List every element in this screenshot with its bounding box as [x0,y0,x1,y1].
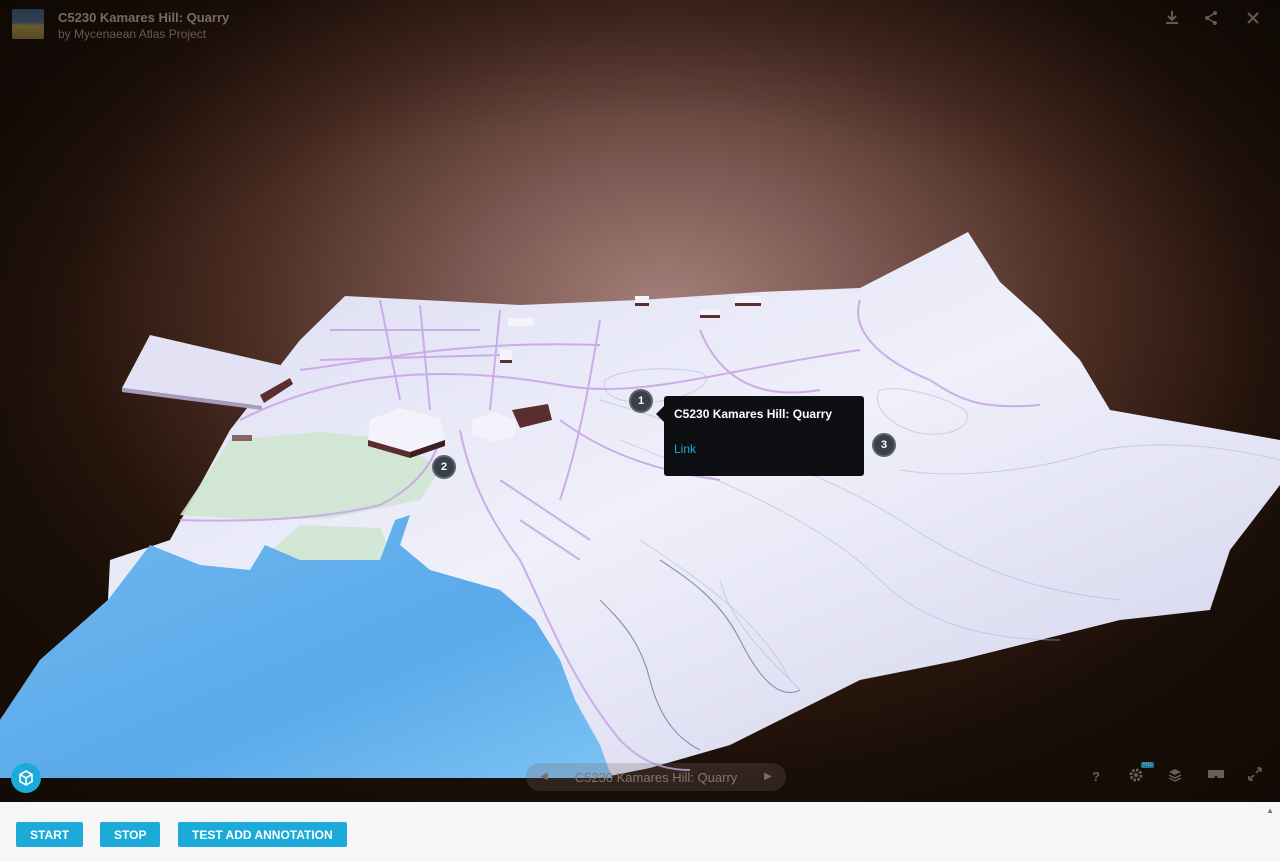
model-title[interactable]: C5230 Kamares Hill: Quarry [58,10,229,25]
download-icon[interactable] [1162,10,1182,30]
hd-badge: HD [1141,762,1154,768]
help-icon[interactable]: ? [1086,767,1106,787]
settings-icon[interactable] [1126,767,1146,787]
scroll-up-icon[interactable]: ▲ [1266,806,1274,815]
annotation-hotspot-1[interactable]: 1 [629,389,653,413]
model-thumbnail[interactable] [12,9,44,39]
chevron-right-icon[interactable]: ▶ [760,769,776,785]
annotation-hotspot-2[interactable]: 2 [432,455,456,479]
layers-icon[interactable] [1165,767,1185,787]
annotation-nav-label: C5230 Kamares Hill: Quarry [574,770,738,785]
fullscreen-icon[interactable] [1245,767,1265,787]
annotation-link[interactable]: Link [674,442,696,456]
control-bar: START STOP TEST ADD ANNOTATION ▲ [0,802,1280,861]
start-button[interactable]: START [16,822,84,847]
3d-viewer[interactable]: C5230 Kamares Hill: Quarry by Mycenaean … [0,0,1280,802]
annotation-tooltip: C5230 Kamares Hill: Quarry Link [656,396,864,476]
annotation-navigator: ◀ C5230 Kamares Hill: Quarry ▶ [526,763,786,791]
viewer-header: C5230 Kamares Hill: Quarry by Mycenaean … [0,0,1280,48]
annotation-tooltip-title: C5230 Kamares Hill: Quarry [674,407,833,421]
vr-icon[interactable] [1206,767,1226,787]
model-author[interactable]: by Mycenaean Atlas Project [58,27,206,41]
sketchfab-logo-icon[interactable] [11,763,41,793]
close-icon[interactable] [1243,10,1263,30]
share-icon[interactable] [1201,10,1221,30]
annotation-hotspot-3[interactable]: 3 [872,433,896,457]
stop-button[interactable]: STOP [100,822,161,847]
test-add-annotation-button[interactable]: TEST ADD ANNOTATION [178,822,347,847]
